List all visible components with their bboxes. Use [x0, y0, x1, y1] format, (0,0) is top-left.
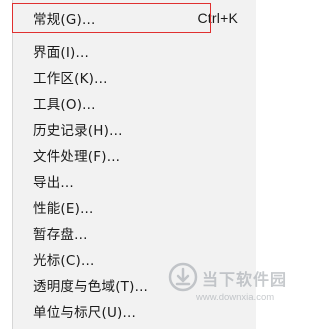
- menu-item-label: 工作区(K)...: [33, 71, 108, 87]
- menu-item-label: 历史记录(H)...: [33, 123, 123, 139]
- menu-item-interface[interactable]: 界面(I)...: [33, 38, 248, 64]
- menu-item-label: 常规(G)...: [33, 12, 96, 28]
- menu-item-label: 界面(I)...: [33, 45, 89, 61]
- preferences-menu: 常规(G)... Ctrl+K 界面(I)... 工作区(K)... 工具(O)…: [12, 0, 256, 329]
- menu-item-tools[interactable]: 工具(O)...: [33, 90, 248, 116]
- menu-item-label: 单位与标尺(U)...: [33, 305, 136, 321]
- menu-item-history[interactable]: 历史记录(H)...: [33, 116, 248, 142]
- menu-item-general[interactable]: 常规(G)... Ctrl+K: [33, 5, 248, 31]
- menu-item-label: 性能(E)...: [33, 201, 94, 217]
- menu-item-export[interactable]: 导出...: [33, 168, 248, 194]
- menu-item-workspace[interactable]: 工作区(K)...: [33, 64, 248, 90]
- menu-item-scratch-disks[interactable]: 暂存盘...: [33, 220, 248, 246]
- menu-item-units-rulers[interactable]: 单位与标尺(U)...: [33, 298, 248, 324]
- menu-item-file-handling[interactable]: 文件处理(F)...: [33, 142, 248, 168]
- menu-item-label: 文件处理(F)...: [33, 149, 121, 165]
- menu-item-performance[interactable]: 性能(E)...: [33, 194, 248, 220]
- menu-item-transparency-gamut[interactable]: 透明度与色域(T)...: [33, 272, 248, 298]
- menu-item-shortcut: Ctrl+K: [197, 10, 238, 26]
- menu-item-cursors[interactable]: 光标(C)...: [33, 246, 248, 272]
- menu-item-label: 透明度与色域(T)...: [33, 279, 149, 295]
- menu-item-label: 工具(O)...: [33, 97, 96, 113]
- screenshot-stage: 常规(G)... Ctrl+K 界面(I)... 工作区(K)... 工具(O)…: [0, 0, 286, 329]
- menu-item-label: 暂存盘...: [33, 227, 88, 243]
- menu-item-label: 导出...: [33, 175, 74, 191]
- menu-item-label: 光标(C)...: [33, 253, 95, 269]
